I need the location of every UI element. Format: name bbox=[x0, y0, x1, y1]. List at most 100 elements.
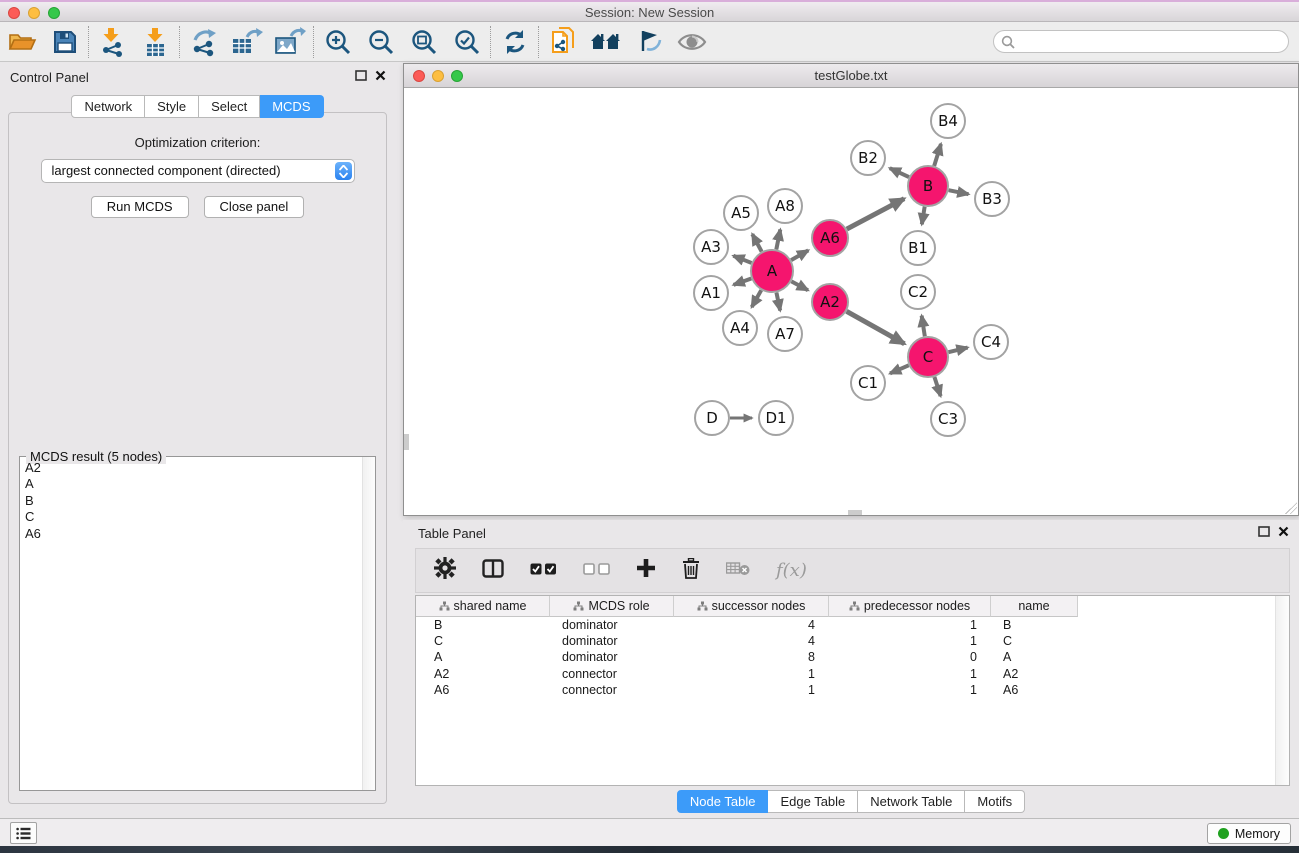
tab-mcds[interactable]: MCDS bbox=[260, 95, 323, 118]
svg-text:A1: A1 bbox=[701, 284, 721, 302]
graph-node-B1[interactable]: B1 bbox=[901, 231, 935, 265]
graph-node-C1[interactable]: C1 bbox=[851, 366, 885, 400]
tab-network[interactable]: Network bbox=[71, 95, 145, 118]
close-panel-button[interactable]: Close panel bbox=[204, 196, 305, 218]
export-table-button[interactable] bbox=[225, 24, 268, 60]
table-row[interactable]: Cdominator41C bbox=[416, 633, 1289, 649]
result-item[interactable]: A bbox=[21, 476, 361, 492]
graph-node-B[interactable]: B bbox=[908, 166, 948, 206]
session-title: Session: New Session bbox=[0, 5, 1299, 20]
graph-node-D[interactable]: D bbox=[695, 401, 729, 435]
graph-node-A4[interactable]: A4 bbox=[723, 311, 757, 345]
graph-node-C2[interactable]: C2 bbox=[901, 275, 935, 309]
open-session-button[interactable] bbox=[0, 24, 43, 60]
edge-B-B1 bbox=[922, 207, 925, 225]
result-scrollbar[interactable] bbox=[362, 457, 375, 790]
float-panel-icon[interactable] bbox=[1258, 526, 1270, 537]
import-table-button[interactable] bbox=[134, 24, 177, 60]
export-image-button[interactable] bbox=[268, 24, 311, 60]
graph-node-B3[interactable]: B3 bbox=[975, 182, 1009, 216]
mcds-result-list[interactable]: A2ABCA6 bbox=[21, 460, 361, 789]
result-item[interactable]: B bbox=[21, 493, 361, 509]
graph-node-A[interactable]: A bbox=[751, 250, 793, 292]
graph-node-C4[interactable]: C4 bbox=[974, 325, 1008, 359]
search-input[interactable] bbox=[993, 30, 1289, 53]
add-column-button[interactable] bbox=[636, 558, 656, 583]
column-header-MCDS-role[interactable]: MCDS role bbox=[550, 596, 674, 617]
table-cell: connector bbox=[550, 682, 674, 698]
tab-node-table[interactable]: Node Table bbox=[677, 790, 769, 813]
table-cell: A6 bbox=[991, 682, 1078, 698]
table-row[interactable]: A6connector11A6 bbox=[416, 682, 1289, 698]
criterion-select[interactable]: largest connected component (directed) bbox=[41, 159, 355, 183]
hide-button[interactable] bbox=[670, 24, 713, 60]
result-item[interactable]: A6 bbox=[21, 526, 361, 542]
tab-select[interactable]: Select bbox=[199, 95, 260, 118]
resize-grip[interactable] bbox=[1285, 502, 1297, 514]
graph-node-C3[interactable]: C3 bbox=[931, 402, 965, 436]
canvas-scroll-nub-bottom[interactable] bbox=[848, 510, 862, 515]
toolbar-separator bbox=[313, 26, 314, 58]
result-item[interactable]: A2 bbox=[21, 460, 361, 476]
result-item[interactable]: C bbox=[21, 509, 361, 525]
memory-button[interactable]: Memory bbox=[1207, 823, 1291, 844]
graph-node-A3[interactable]: A3 bbox=[694, 230, 728, 264]
task-history-button[interactable] bbox=[10, 822, 37, 844]
edge-A-A3 bbox=[733, 256, 751, 263]
column-header-name[interactable]: name bbox=[991, 596, 1078, 617]
tab-edge-table[interactable]: Edge Table bbox=[768, 790, 858, 813]
delete-table-button[interactable] bbox=[726, 561, 750, 581]
graph-node-C[interactable]: C bbox=[908, 337, 948, 377]
graph-node-A6[interactable]: A6 bbox=[812, 220, 848, 256]
network-canvas[interactable]: B4 B2 B B3 A8 A5 A6 A3 B1 A A1 C2 A2 A4 A7 C4 C C1 C3 D D1 bbox=[404, 89, 1298, 515]
close-panel-icon[interactable] bbox=[375, 70, 386, 81]
svg-text:B: B bbox=[923, 177, 933, 195]
network-window-titlebar[interactable]: testGlobe.txt bbox=[404, 64, 1298, 88]
import-network-button[interactable] bbox=[91, 24, 134, 60]
graph-node-A2[interactable]: A2 bbox=[812, 284, 848, 320]
table-row[interactable]: A2connector11A2 bbox=[416, 666, 1289, 682]
table-row[interactable]: Adominator80A bbox=[416, 649, 1289, 665]
close-panel-icon[interactable] bbox=[1278, 526, 1289, 537]
zoom-in-button[interactable] bbox=[316, 24, 359, 60]
graph-node-A8[interactable]: A8 bbox=[768, 189, 802, 223]
zoom-out-button[interactable] bbox=[359, 24, 402, 60]
svg-text:A2: A2 bbox=[820, 293, 840, 311]
tab-motifs[interactable]: Motifs bbox=[965, 790, 1025, 813]
home-button[interactable] bbox=[584, 24, 627, 60]
table-cell: 1 bbox=[674, 682, 829, 698]
export-network-button[interactable] bbox=[182, 24, 225, 60]
edge-B-B3 bbox=[949, 190, 969, 194]
refresh-button[interactable] bbox=[493, 24, 536, 60]
copy-network-button[interactable] bbox=[541, 24, 584, 60]
graph-node-B2[interactable]: B2 bbox=[851, 141, 885, 175]
tab-style[interactable]: Style bbox=[145, 95, 199, 118]
graph-node-A5[interactable]: A5 bbox=[724, 196, 758, 230]
graph-node-D1[interactable]: D1 bbox=[759, 401, 793, 435]
column-type-icon bbox=[439, 601, 450, 611]
show-column-button[interactable] bbox=[482, 559, 504, 583]
table-settings-button[interactable] bbox=[434, 557, 456, 584]
column-header-shared-name[interactable]: shared name bbox=[416, 596, 550, 617]
canvas-scroll-nub-left[interactable] bbox=[404, 434, 409, 450]
graph-node-A7[interactable]: A7 bbox=[768, 317, 802, 351]
graph-node-A1[interactable]: A1 bbox=[694, 276, 728, 310]
label-button[interactable] bbox=[627, 24, 670, 60]
tab-network-table[interactable]: Network Table bbox=[858, 790, 965, 813]
table-scrollbar[interactable] bbox=[1275, 596, 1289, 785]
column-header-predecessor-nodes[interactable]: predecessor nodes bbox=[829, 596, 991, 617]
function-builder-button[interactable]: f(x) bbox=[776, 560, 807, 581]
save-session-button[interactable] bbox=[43, 24, 86, 60]
delete-column-button[interactable] bbox=[682, 558, 700, 584]
select-all-button[interactable] bbox=[530, 562, 557, 580]
search-icon bbox=[1001, 35, 1015, 49]
plus-icon bbox=[636, 558, 656, 578]
table-row[interactable]: Bdominator41B bbox=[416, 617, 1289, 633]
zoom-fit-button[interactable] bbox=[402, 24, 445, 60]
run-mcds-button[interactable]: Run MCDS bbox=[91, 196, 189, 218]
column-header-successor-nodes[interactable]: successor nodes bbox=[674, 596, 829, 617]
graph-node-B4[interactable]: B4 bbox=[931, 104, 965, 138]
zoom-selected-button[interactable] bbox=[445, 24, 488, 60]
float-panel-icon[interactable] bbox=[355, 70, 367, 81]
deselect-all-button[interactable] bbox=[583, 562, 610, 580]
